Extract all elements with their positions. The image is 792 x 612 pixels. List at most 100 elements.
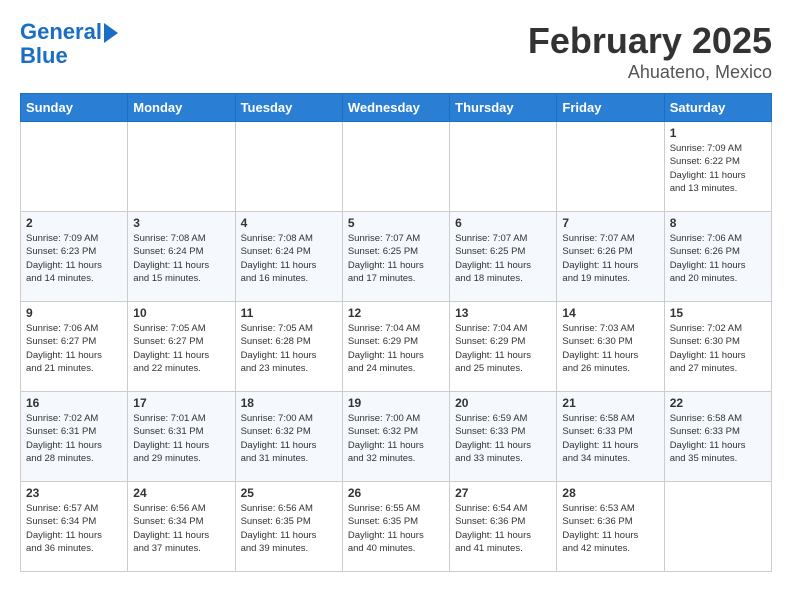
day-number: 17 [133, 396, 229, 410]
table-row: 13Sunrise: 7:04 AM Sunset: 6:29 PM Dayli… [450, 302, 557, 392]
day-number: 1 [670, 126, 766, 140]
table-row [235, 122, 342, 212]
day-info: Sunrise: 6:58 AM Sunset: 6:33 PM Dayligh… [670, 412, 766, 465]
day-number: 18 [241, 396, 337, 410]
page-title: February 2025 [528, 20, 772, 62]
day-info: Sunrise: 7:07 AM Sunset: 6:25 PM Dayligh… [348, 232, 444, 285]
table-row: 14 Sunrise: 7:03 AM Sunset: 6:30 PM Dayli… [557, 302, 664, 392]
day-info: Sunrise: 6:56 AM Sunset: 6:34 PM Dayligh… [133, 502, 229, 555]
day-number: 9 [26, 306, 122, 320]
calendar-table: Sunday Monday Tuesday Wednesday Thursday… [20, 93, 772, 572]
table-row [450, 122, 557, 212]
day-info: Sunrise: 7:06 AM Sunset: 6:26 PM Dayligh… [670, 232, 766, 285]
col-tuesday: Tuesday [235, 94, 342, 122]
calendar-header-row: Sunday Monday Tuesday Wednesday Thursday… [21, 94, 772, 122]
table-row: 23Sunrise: 6:57 AM Sunset: 6:34 PM Dayli… [21, 482, 128, 572]
day-info: Sunrise: 7:09 AM Sunset: 6:23 PM Dayligh… [26, 232, 122, 285]
col-sunday: Sunday [21, 94, 128, 122]
col-wednesday: Wednesday [342, 94, 449, 122]
day-info: Sunrise: 7:09 AM Sunset: 6:22 PM Dayligh… [670, 142, 766, 195]
table-row [128, 122, 235, 212]
day-number: 5 [348, 216, 444, 230]
day-number: 15 [670, 306, 766, 320]
day-info: Sunrise: 7:04 AM Sunset: 6:29 PM Dayligh… [455, 322, 551, 375]
day-number: 4 [241, 216, 337, 230]
logo-arrow-icon [104, 23, 118, 43]
day-info: Sunrise: 6:59 AM Sunset: 6:33 PM Dayligh… [455, 412, 551, 465]
table-row: 1 Sunrise: 7:09 AM Sunset: 6:22 PM Daylig… [664, 122, 771, 212]
page-header: General Blue February 2025 Ahuateno, Mex… [20, 20, 772, 83]
day-info: Sunrise: 7:07 AM Sunset: 6:26 PM Dayligh… [562, 232, 658, 285]
table-row: 19 Sunrise: 7:00 AM Sunset: 6:32 PM Dayli… [342, 392, 449, 482]
day-number: 2 [26, 216, 122, 230]
day-info: Sunrise: 7:05 AM Sunset: 6:27 PM Dayligh… [133, 322, 229, 375]
day-number: 12 [348, 306, 444, 320]
day-info: Sunrise: 6:58 AM Sunset: 6:33 PM Dayligh… [562, 412, 658, 465]
day-info: Sunrise: 6:55 AM Sunset: 6:35 PM Dayligh… [348, 502, 444, 555]
table-row: 16 Sunrise: 7:02 AM Sunset: 6:31 PM Dayli… [21, 392, 128, 482]
table-row: 2 Sunrise: 7:09 AM Sunset: 6:23 PM Daylig… [21, 212, 128, 302]
table-row: 15 Sunrise: 7:02 AM Sunset: 6:30 PM Dayli… [664, 302, 771, 392]
day-info: Sunrise: 7:04 AM Sunset: 6:29 PM Dayligh… [348, 322, 444, 375]
table-row: 9 Sunrise: 7:06 AM Sunset: 6:27 PM Daylig… [21, 302, 128, 392]
table-row: 20 Sunrise: 6:59 AM Sunset: 6:33 PM Dayli… [450, 392, 557, 482]
day-number: 21 [562, 396, 658, 410]
table-row: 6 Sunrise: 7:07 AM Sunset: 6:25 PM Daylig… [450, 212, 557, 302]
day-number: 20 [455, 396, 551, 410]
day-number: 25 [241, 486, 337, 500]
day-number: 14 [562, 306, 658, 320]
day-info: Sunrise: 6:56 AM Sunset: 6:35 PM Dayligh… [241, 502, 337, 555]
day-number: 16 [26, 396, 122, 410]
day-info: Sunrise: 7:00 AM Sunset: 6:32 PM Dayligh… [241, 412, 337, 465]
day-number: 7 [562, 216, 658, 230]
day-number: 24 [133, 486, 229, 500]
day-number: 19 [348, 396, 444, 410]
day-number: 26 [348, 486, 444, 500]
col-friday: Friday [557, 94, 664, 122]
day-info: Sunrise: 7:00 AM Sunset: 6:32 PM Dayligh… [348, 412, 444, 465]
table-row [664, 482, 771, 572]
day-info: Sunrise: 7:07 AM Sunset: 6:25 PM Dayligh… [455, 232, 551, 285]
day-number: 23 [26, 486, 122, 500]
day-number: 22 [670, 396, 766, 410]
table-row [342, 122, 449, 212]
table-row: 17 Sunrise: 7:01 AM Sunset: 6:31 PM Dayli… [128, 392, 235, 482]
day-number: 6 [455, 216, 551, 230]
table-row: 27 Sunrise: 6:54 AM Sunset: 6:36 PM Dayli… [450, 482, 557, 572]
day-number: 28 [562, 486, 658, 500]
col-saturday: Saturday [664, 94, 771, 122]
table-row: 28Sunrise: 6:53 AM Sunset: 6:36 PM Dayli… [557, 482, 664, 572]
table-row [21, 122, 128, 212]
col-monday: Monday [128, 94, 235, 122]
col-thursday: Thursday [450, 94, 557, 122]
day-number: 3 [133, 216, 229, 230]
day-number: 8 [670, 216, 766, 230]
table-row: 11 Sunrise: 7:05 AM Sunset: 6:28 PM Dayli… [235, 302, 342, 392]
table-row: 22 Sunrise: 6:58 AM Sunset: 6:33 PM Dayli… [664, 392, 771, 482]
logo-text: General [20, 20, 102, 44]
page-subtitle: Ahuateno, Mexico [528, 62, 772, 83]
day-info: Sunrise: 7:03 AM Sunset: 6:30 PM Dayligh… [562, 322, 658, 375]
table-row: 24 Sunrise: 6:56 AM Sunset: 6:34 PM Dayli… [128, 482, 235, 572]
table-row: 10 Sunrise: 7:05 AM Sunset: 6:27 PM Dayli… [128, 302, 235, 392]
day-info: Sunrise: 7:02 AM Sunset: 6:30 PM Dayligh… [670, 322, 766, 375]
table-row: 8 Sunrise: 7:06 AM Sunset: 6:26 PM Daylig… [664, 212, 771, 302]
day-number: 27 [455, 486, 551, 500]
table-row: 5 Sunrise: 7:07 AM Sunset: 6:25 PM Daylig… [342, 212, 449, 302]
day-info: Sunrise: 7:08 AM Sunset: 6:24 PM Dayligh… [133, 232, 229, 285]
day-number: 10 [133, 306, 229, 320]
table-row: 25 Sunrise: 6:56 AM Sunset: 6:35 PM Dayli… [235, 482, 342, 572]
day-info: Sunrise: 6:54 AM Sunset: 6:36 PM Dayligh… [455, 502, 551, 555]
day-number: 11 [241, 306, 337, 320]
day-info: Sunrise: 7:02 AM Sunset: 6:31 PM Dayligh… [26, 412, 122, 465]
logo: General Blue [20, 20, 118, 68]
table-row: 4 Sunrise: 7:08 AM Sunset: 6:24 PM Daylig… [235, 212, 342, 302]
day-info: Sunrise: 7:05 AM Sunset: 6:28 PM Dayligh… [241, 322, 337, 375]
logo-general: General [20, 19, 102, 44]
table-row: 12 Sunrise: 7:04 AM Sunset: 6:29 PM Dayli… [342, 302, 449, 392]
logo-blue: Blue [20, 44, 118, 68]
day-info: Sunrise: 7:08 AM Sunset: 6:24 PM Dayligh… [241, 232, 337, 285]
table-row: 3 Sunrise: 7:08 AM Sunset: 6:24 PM Daylig… [128, 212, 235, 302]
day-info: Sunrise: 7:01 AM Sunset: 6:31 PM Dayligh… [133, 412, 229, 465]
day-info: Sunrise: 7:06 AM Sunset: 6:27 PM Dayligh… [26, 322, 122, 375]
